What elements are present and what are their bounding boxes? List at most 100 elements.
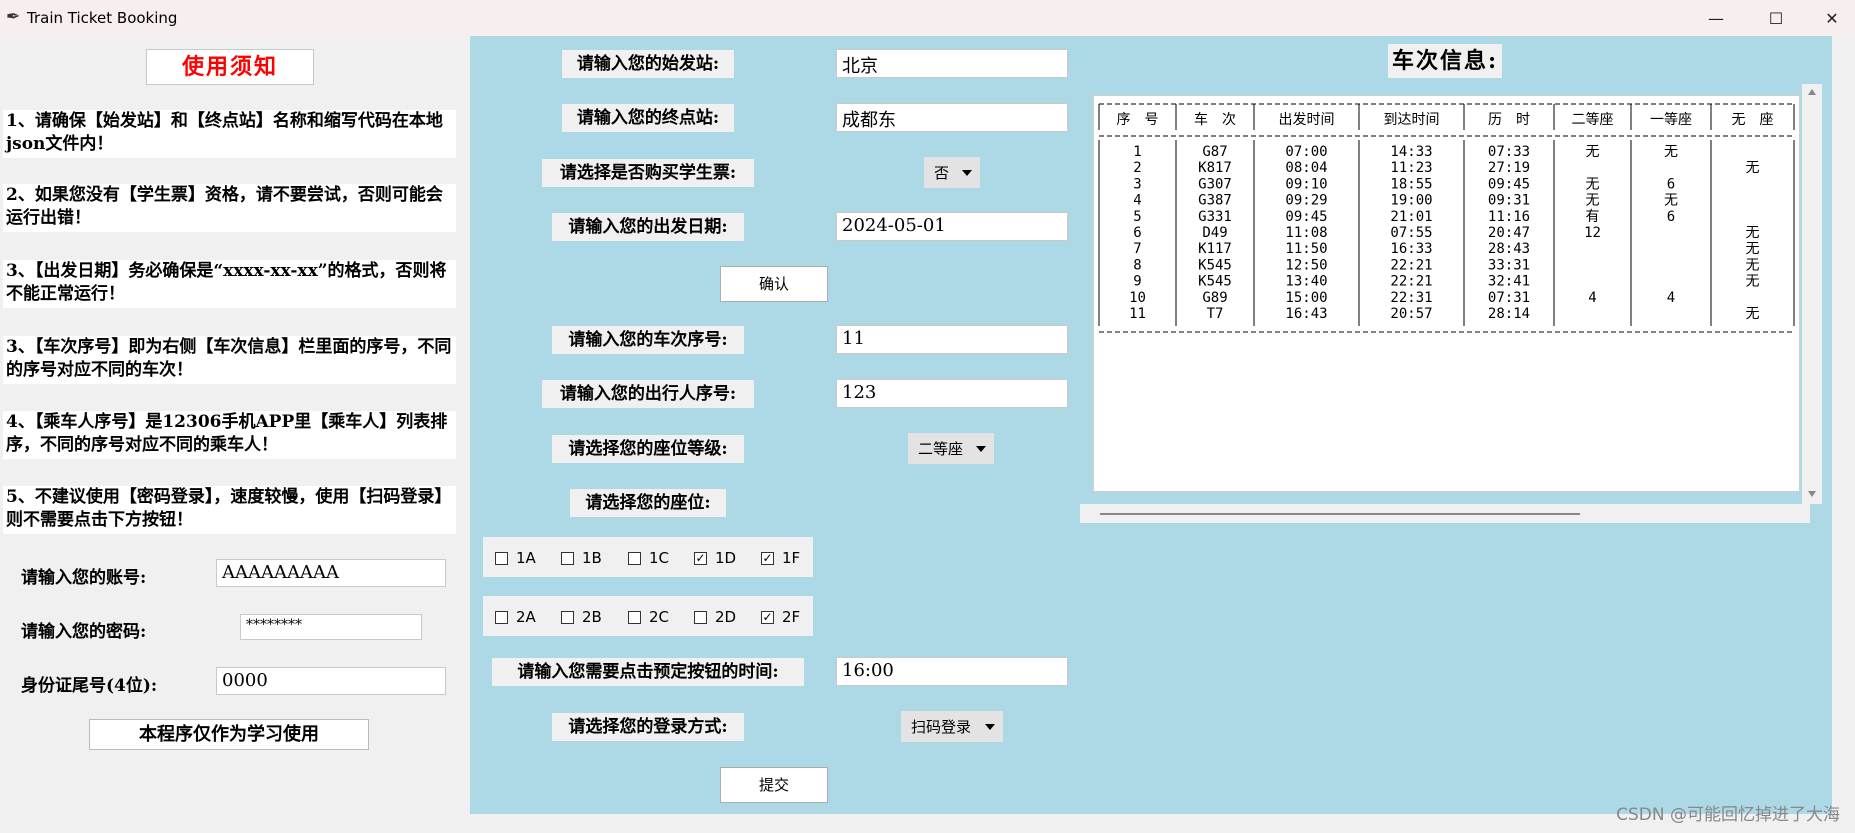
table-cell: 08:04 (1285, 160, 1327, 176)
table-cell: 无 (1746, 160, 1760, 176)
table-header-cell: 序 号 (1117, 112, 1159, 128)
table-cell: D49 (1202, 225, 1227, 241)
table-cell: 09:45 (1488, 176, 1530, 192)
checkbox-unchecked-icon (495, 610, 508, 624)
table-cell: 07:55 (1390, 225, 1432, 241)
table-header-cell: 二等座 (1572, 111, 1614, 128)
table-cell: 无 (1664, 193, 1678, 209)
checkbox-unchecked-icon (628, 610, 641, 624)
table-cell: 无 (1586, 193, 1600, 209)
password-input[interactable]: ******** (240, 614, 422, 640)
note-2: 2、如果您没有【学生票】资格，请不要尝试，否则可能会运行出错！ (3, 184, 456, 232)
login-method-dropdown[interactable]: 扫码登录 (901, 711, 1003, 742)
id-input[interactable]: 0000 (216, 667, 446, 695)
passenger-number-input[interactable]: 123 (836, 379, 1068, 408)
table-cell: 无 (1746, 274, 1760, 290)
seat-label: 2A (516, 608, 536, 626)
seat-class-value: 二等座 (918, 440, 964, 458)
seat-label: 2B (582, 608, 602, 626)
seat-row-1: 1A 1B 1C ✓ 1D ✓ 1F (483, 537, 813, 577)
table-cell: 20:57 (1390, 306, 1432, 322)
student-ticket-dropdown[interactable]: 否 (924, 157, 980, 188)
scrollbar-thumb[interactable] (1100, 513, 1580, 515)
seat-label: 1F (782, 549, 801, 567)
table-cell: 无 (1746, 257, 1760, 273)
train-number-input[interactable]: 11 (836, 325, 1068, 354)
click-time-input[interactable]: 16:00 (836, 657, 1068, 686)
seat-checkbox-1f[interactable]: ✓ 1F (761, 549, 800, 567)
note-4: 3、【车次序号】即为右侧【车次信息】栏里面的序号，不同的序号对应不同的车次！ (3, 336, 456, 384)
seat-checkbox-1b[interactable]: 1B (561, 549, 602, 567)
student-ticket-value: 否 (934, 164, 950, 182)
checkbox-unchecked-icon (694, 610, 707, 624)
table-cell: 19:00 (1390, 193, 1432, 209)
seat-label: 1A (516, 549, 536, 567)
table-cell: 12 (1584, 225, 1601, 241)
table-cell: 11:16 (1488, 209, 1530, 225)
maximize-button[interactable]: ☐ (1753, 0, 1799, 36)
table-cell: 07:00 (1285, 144, 1327, 160)
seat-checkbox-2f[interactable]: ✓ 2F (761, 608, 800, 626)
table-cell: 11 (1129, 306, 1146, 322)
train-table-grid: 序 号 车 次 出发时间 到达时间 历 时 二等座 一等座 无 座 1 G87 07:00 14:33… (1098, 103, 1795, 333)
table-cell: 12:50 (1285, 257, 1327, 273)
table-cell: 14:33 (1390, 144, 1432, 160)
from-station-input[interactable]: 北京 (836, 49, 1068, 78)
table-cell: 11:08 (1285, 225, 1327, 241)
table-cell: 4 (1133, 193, 1141, 209)
dropdown-arrow-icon (962, 169, 972, 176)
account-input[interactable]: AAAAAAAAA (216, 559, 446, 587)
table-cell: 3 (1133, 176, 1141, 192)
seat-checkbox-2b[interactable]: 2B (561, 608, 602, 626)
from-station-label: 请输入您的始发站: (562, 50, 734, 78)
table-cell: 09:10 (1285, 176, 1327, 192)
checkbox-unchecked-icon (561, 551, 574, 565)
disclaimer: 本程序仅作为学习使用 (89, 719, 369, 750)
title-bar: ✒ Train Ticket Booking — ☐ ✕ (0, 0, 1855, 36)
seat-checkbox-2d[interactable]: 2D (694, 608, 736, 626)
table-cell: 16:33 (1390, 241, 1432, 257)
table-cell: 4 (1588, 290, 1596, 306)
checkmark-icon: ✓ (761, 610, 774, 624)
seat-checkbox-2a[interactable]: 2A (495, 608, 536, 626)
departure-date-label: 请输入您的出发日期: (552, 213, 744, 241)
seat-label: 1B (582, 549, 602, 567)
click-time-label: 请输入您需要点击预定按钮的时间: (492, 658, 804, 686)
vertical-scrollbar[interactable] (1802, 84, 1822, 504)
departure-date-input[interactable]: 2024-05-01 (836, 212, 1068, 241)
seat-label: 2F (782, 608, 801, 626)
checkbox-unchecked-icon (495, 551, 508, 565)
checkbox-unchecked-icon (628, 551, 641, 565)
table-cell: G89 (1202, 290, 1227, 306)
close-button[interactable]: ✕ (1809, 0, 1855, 36)
table-cell: 15:00 (1285, 290, 1327, 306)
table-cell: 2 (1133, 160, 1141, 176)
table-cell: 28:14 (1488, 306, 1530, 322)
submit-button[interactable]: 提交 (720, 767, 828, 803)
table-cell: 6 (1133, 225, 1141, 241)
minimize-button[interactable]: — (1693, 0, 1739, 36)
seat-checkbox-2c[interactable]: 2C (628, 608, 669, 626)
table-cell: 13:40 (1285, 274, 1327, 290)
table-cell: 09:45 (1285, 209, 1327, 225)
train-info-title: 车次信息: (1388, 44, 1502, 78)
confirm-button[interactable]: 确认 (720, 266, 828, 302)
table-cell: 7 (1133, 241, 1141, 257)
dropdown-arrow-icon (985, 723, 995, 730)
seat-checkbox-1c[interactable]: 1C (628, 549, 669, 567)
table-cell: 09:29 (1285, 193, 1327, 209)
table-cell: G331 (1198, 209, 1232, 225)
to-station-input[interactable]: 成都东 (836, 103, 1068, 132)
seat-checkbox-1d[interactable]: ✓ 1D (694, 549, 736, 567)
seat-label: 2D (715, 608, 737, 626)
table-cell: G87 (1202, 144, 1227, 160)
table-cell: 无 (1746, 225, 1760, 241)
train-table[interactable]: 序 号 车 次 出发时间 到达时间 历 时 二等座 一等座 无 座 1 G87 07:00 14:33… (1093, 95, 1800, 492)
horizontal-scrollbar[interactable] (1080, 504, 1810, 523)
scroll-arrows-icon (1808, 89, 1816, 497)
feather-app-icon: ✒ (6, 7, 21, 27)
passenger-number-label: 请输入您的出行人序号: (542, 380, 754, 408)
table-cell: K545 (1198, 257, 1232, 273)
seat-checkbox-1a[interactable]: 1A (495, 549, 536, 567)
seat-class-dropdown[interactable]: 二等座 (908, 433, 994, 464)
